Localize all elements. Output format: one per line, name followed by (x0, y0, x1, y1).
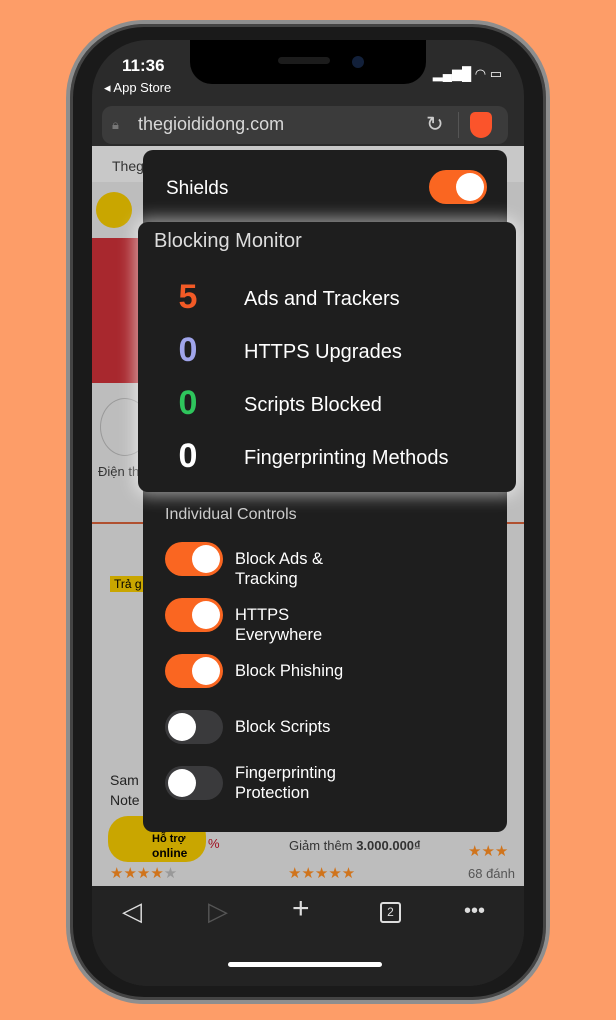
control-toggle[interactable] (165, 542, 223, 576)
stat-label: Scripts Blocked (244, 394, 382, 416)
banner (92, 238, 142, 383)
page-tab-text: Theg (112, 158, 144, 174)
control-label: Block Scripts (235, 718, 331, 736)
camera (352, 56, 364, 68)
forward-icon[interactable]: ▷ (208, 896, 228, 927)
reload-icon[interactable]: ↻ (426, 112, 444, 137)
rating-stars: ★★★ (468, 843, 509, 860)
control-label: Fingerprinting Protection (235, 764, 336, 802)
back-icon[interactable]: ◁ (122, 896, 142, 927)
control-label: Block Phishing (235, 662, 344, 680)
shields-toggle[interactable] (429, 170, 487, 204)
lock-icon: 🔒︎ (112, 117, 119, 132)
stat-label: Ads and Trackers (244, 288, 400, 310)
screen: Theg Điện th Trả g Sam Note Hỗ trợ onlin… (92, 40, 524, 986)
tabs-button[interactable]: 2 (380, 902, 401, 923)
stat-count: 0 (178, 437, 198, 475)
stat-label: Fingerprinting Methods (244, 447, 449, 469)
status-icons: ▂▄▆█ ◠ ▭ (432, 66, 502, 81)
more-icon[interactable]: ••• (464, 900, 485, 923)
percent: % (208, 836, 220, 851)
badge: Trả g (110, 576, 146, 592)
blocking-monitor: Blocking Monitor 5 Ads and Trackers 0 HTT… (138, 222, 516, 492)
stat-count: 0 (178, 331, 198, 369)
rating-stars: ★★★★★ (110, 865, 178, 882)
bottom-toolbar: ◁ ▷ + 2 ••• (92, 886, 524, 986)
individual-controls-title: Individual Controls (165, 506, 297, 523)
notch (190, 40, 426, 84)
support-text-line2: online (152, 846, 188, 860)
stat-count: 0 (178, 384, 198, 422)
control-toggle[interactable] (165, 766, 223, 800)
back-to-app-link[interactable]: ◂ App Store (104, 80, 171, 96)
product-name: Note (110, 792, 140, 808)
control-label: Block Ads & Tracking (235, 550, 324, 588)
address-bar[interactable]: 🔒︎ thegioididong.com ↻ (102, 106, 508, 144)
product-name: Sam (110, 772, 139, 788)
control-toggle[interactable] (165, 654, 223, 688)
reviews-count: 68 đánh (468, 866, 515, 881)
rating-stars: ★★★★★ (288, 865, 356, 882)
stat-label: HTTPS Upgrades (244, 341, 402, 363)
clock: 11:36 (122, 56, 165, 75)
control-toggle[interactable] (165, 710, 223, 744)
site-logo (96, 192, 132, 228)
control-toggle[interactable] (165, 598, 223, 632)
control-label: HTTPS Everywhere (235, 606, 323, 644)
category-label: Điện th (98, 464, 140, 479)
home-indicator (228, 962, 382, 967)
new-tab-icon[interactable]: + (292, 892, 310, 926)
brave-shields-icon[interactable] (470, 112, 492, 138)
shields-label: Shields (166, 178, 229, 199)
stat-count: 5 (178, 278, 198, 316)
support-text-line1: Hỗ trợ (152, 833, 186, 845)
url-text: thegioididong.com (138, 114, 285, 134)
blocking-monitor-title: Blocking Monitor (154, 230, 302, 252)
discount-text: Giảm thêm 3.000.000₫ (289, 838, 421, 853)
